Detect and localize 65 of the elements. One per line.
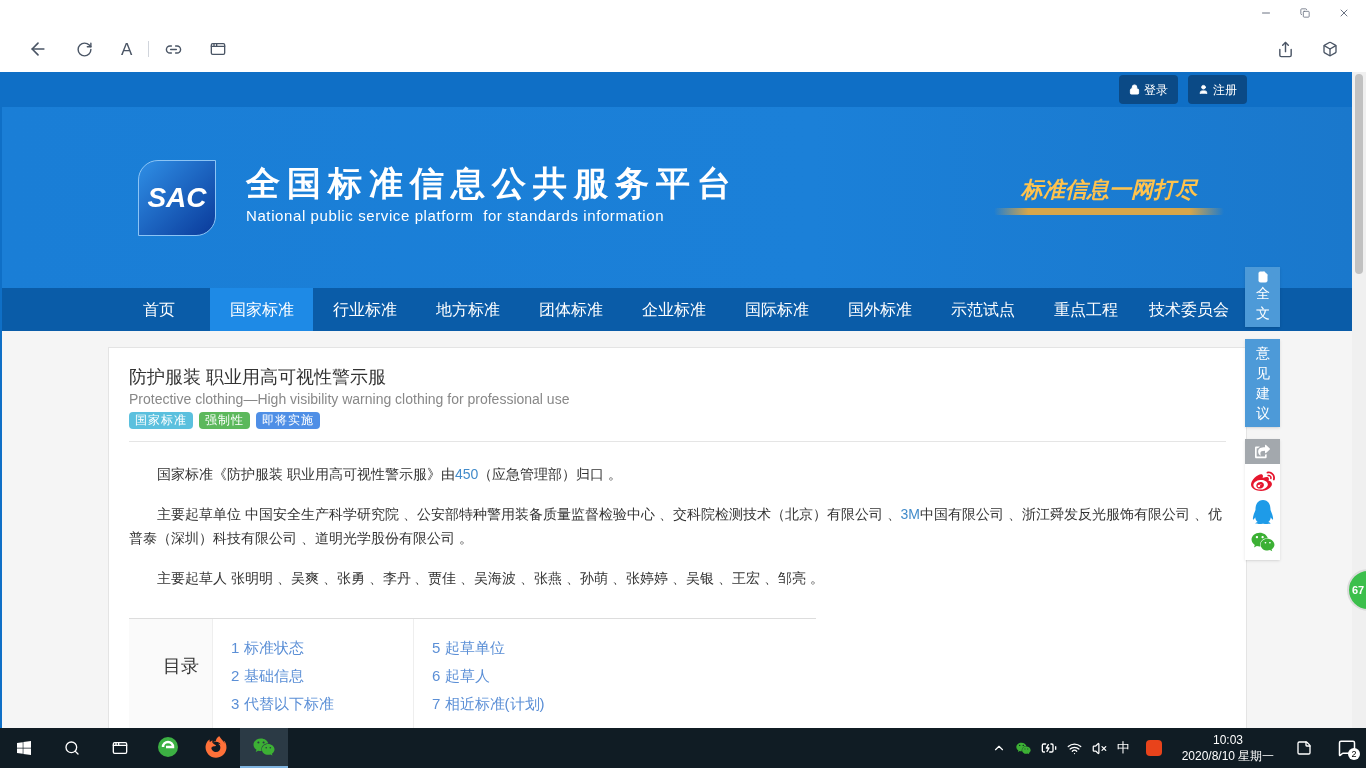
link[interactable]: 3M <box>900 506 920 522</box>
chat-bubbles-icon[interactable] <box>1016 740 1031 756</box>
paragraph: 主要起草人 张明明 、吴爽 、张勇 、李丹 、贾佳 、吴海波 、张燕 、孙萌 、张婷婷 、吴银 、王宏 、邹亮 。 <box>156 569 825 588</box>
toc-link[interactable]: 5 起草单位 <box>432 637 615 658</box>
user-icon <box>1198 84 1209 95</box>
document-icon <box>1256 271 1269 283</box>
toc-link[interactable]: 2 基础信息 <box>231 665 413 686</box>
nav-tab[interactable]: 示范试点 <box>931 288 1034 331</box>
nav-tab[interactable]: 国家标准 <box>210 288 313 331</box>
paragraph: 主要起草单位 中国安全生产科学研究院 、公安部特种警用装备质量监督检验中心 、交科院检测技术（北京）有限公司 、3M中国有限公司 、浙江舜发反光服饰有限公司 、优普泰（深圳）科技有限公司 、道明光学股份有限公司 。 <box>129 505 1223 548</box>
share-icon <box>1255 444 1270 459</box>
nav-tab[interactable]: 地方标准 <box>416 288 519 331</box>
standard-english-title: Protective clothing—High visibility warning clothing for professional use <box>129 390 571 409</box>
tag: 即将实施 <box>256 412 320 429</box>
nav-tab[interactable]: 首页 <box>107 288 210 331</box>
nav-tab[interactable]: 国际标准 <box>725 288 828 331</box>
window-icon[interactable] <box>210 41 227 57</box>
browser-icon <box>157 736 179 758</box>
nav-tab[interactable]: 技术委员会 <box>1137 288 1240 331</box>
site-subtitle: National public service platform for standards information <box>246 206 666 227</box>
nav-tab[interactable]: 重点工程 <box>1034 288 1137 331</box>
notes-icon[interactable] <box>1296 740 1312 756</box>
logo-text: SAC <box>147 180 207 215</box>
nav-tab[interactable]: 国外标准 <box>828 288 931 331</box>
battery-icon[interactable] <box>1041 740 1057 756</box>
site-title: 全国标准信息公共服务平台 <box>246 163 738 205</box>
weibo-icon[interactable] <box>1250 470 1275 494</box>
toc-link[interactable]: 6 起草人 <box>432 665 615 686</box>
chat-bubbles-icon <box>253 736 275 758</box>
close-icon[interactable] <box>1338 7 1350 19</box>
notification-icon[interactable] <box>1338 739 1356 757</box>
paragraph: 国家标准《防护服装 职业用高可视性警示服》由450（应急管理部）归口 。 <box>156 465 624 484</box>
clock-date[interactable]: 2020/8/10 星期一 <box>1181 748 1275 764</box>
toc-label: 目录 <box>162 655 199 678</box>
nav-tab[interactable]: 行业标准 <box>313 288 416 331</box>
nav-tab[interactable]: 企业标准 <box>622 288 725 331</box>
volume-muted-icon[interactable] <box>1092 740 1107 756</box>
toc-link[interactable]: 7 相近标准(计划) <box>432 693 615 714</box>
wifi-icon[interactable] <box>1067 740 1082 756</box>
slogan-text: 标准信息一网打尽 <box>1021 174 1197 204</box>
link[interactable]: 450 <box>454 466 479 482</box>
search-icon[interactable] <box>64 740 80 756</box>
penguin-icon[interactable] <box>1250 500 1275 524</box>
task-view-icon[interactable] <box>112 740 128 756</box>
refresh-icon[interactable] <box>76 40 93 58</box>
start-icon[interactable] <box>16 740 32 756</box>
firefox-icon <box>205 736 227 758</box>
scrollbar[interactable] <box>1352 72 1366 728</box>
notification-count: 2 <box>1348 748 1360 760</box>
tag: 国家标准 <box>129 412 193 429</box>
input-method-indicator[interactable]: 中 <box>1117 738 1130 758</box>
register-button[interactable]: 注册 <box>1188 75 1247 104</box>
toc-link[interactable]: 1 标准状态 <box>231 637 413 658</box>
clock-time[interactable]: 10:03 <box>1213 732 1243 748</box>
font-button[interactable]: A <box>121 40 133 58</box>
toc-link[interactable]: 3 代替以下标准 <box>231 693 413 714</box>
chat-bubbles-icon[interactable] <box>1250 530 1275 554</box>
lock-icon <box>1129 84 1140 95</box>
login-button[interactable]: 登录 <box>1119 75 1178 104</box>
nav-tab[interactable]: 团体标准 <box>519 288 622 331</box>
restore-icon[interactable] <box>1300 8 1310 18</box>
standard-title: 防护服装 职业用高可视性警示服 <box>129 366 387 388</box>
tag: 强制性 <box>199 412 250 429</box>
cube-icon[interactable] <box>1322 41 1338 57</box>
share-icon[interactable] <box>1277 40 1294 58</box>
